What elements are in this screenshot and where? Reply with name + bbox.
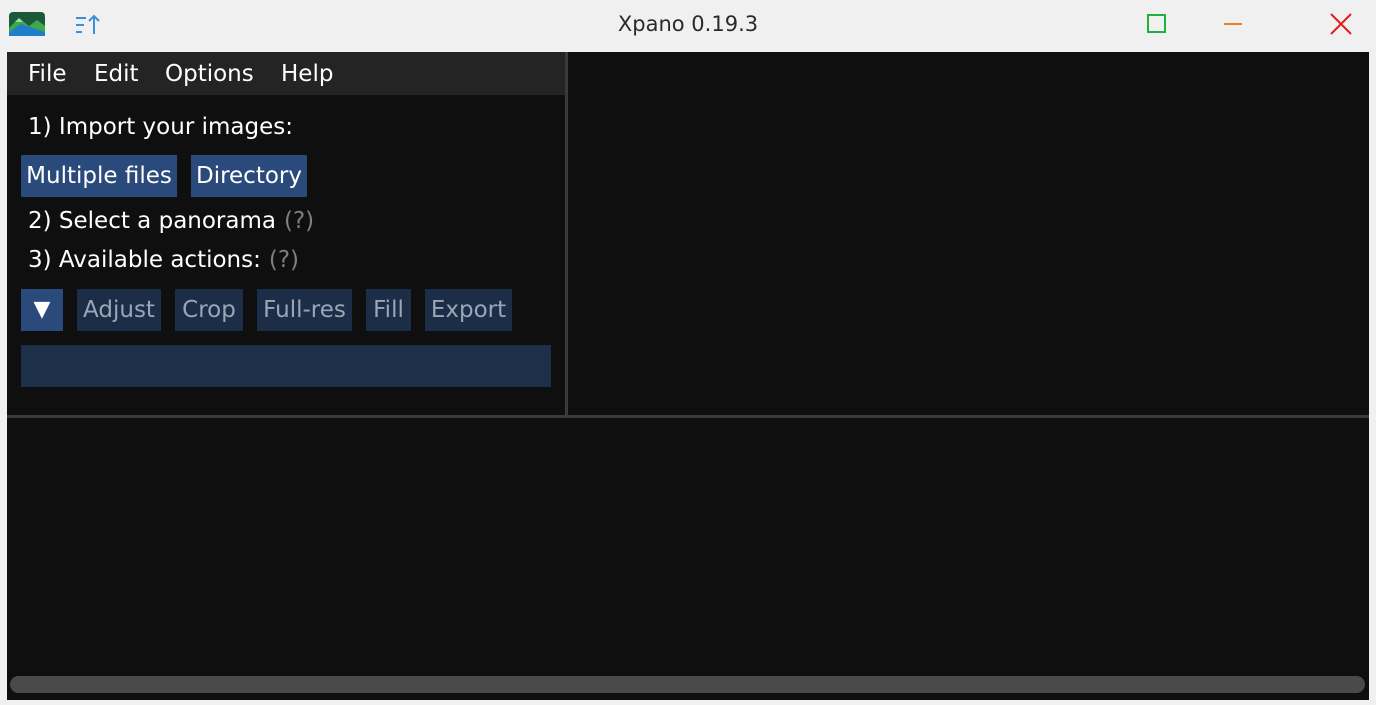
thumbnail-panel xyxy=(7,418,1369,700)
adjust-button[interactable]: Adjust xyxy=(77,289,161,331)
menu-file[interactable]: File xyxy=(28,61,67,87)
select-panorama-label: 2) Select a panorama xyxy=(28,208,276,234)
menu-bar: File Edit Options Help xyxy=(7,52,565,95)
progress-bar xyxy=(21,345,551,387)
maximize-icon[interactable] xyxy=(1143,10,1171,38)
vertical-splitter[interactable] xyxy=(565,52,568,415)
app-window: Xpano 0.19.3 File Edit Options Help 1) I… xyxy=(0,0,1376,705)
horizontal-scrollbar[interactable] xyxy=(10,676,1365,693)
crop-button[interactable]: Crop xyxy=(175,289,243,331)
available-actions-label: 3) Available actions: xyxy=(28,247,261,273)
menu-edit[interactable]: Edit xyxy=(94,61,139,87)
directory-button[interactable]: Directory xyxy=(191,155,307,197)
minimize-icon[interactable] xyxy=(1220,10,1248,38)
available-actions-help[interactable]: (?) xyxy=(269,247,299,273)
close-icon[interactable] xyxy=(1327,10,1355,38)
select-panorama-help[interactable]: (?) xyxy=(284,208,314,234)
import-label: 1) Import your images: xyxy=(28,114,293,140)
actions-dropdown-button[interactable]: ▼ xyxy=(21,289,63,331)
menu-options[interactable]: Options xyxy=(165,61,254,87)
available-actions-row: 3) Available actions: (?) xyxy=(28,247,299,273)
select-panorama-row: 2) Select a panorama (?) xyxy=(28,208,314,234)
export-button[interactable]: Export xyxy=(425,289,512,331)
content-area: File Edit Options Help 1) Import your im… xyxy=(7,52,1369,700)
control-panel: File Edit Options Help 1) Import your im… xyxy=(7,52,565,415)
triangle-down-icon: ▼ xyxy=(33,297,51,322)
multiple-files-button[interactable]: Multiple files xyxy=(21,155,177,197)
full-res-button[interactable]: Full-res xyxy=(257,289,352,331)
title-bar[interactable]: Xpano 0.19.3 xyxy=(0,0,1376,52)
fill-button[interactable]: Fill xyxy=(366,289,411,331)
menu-help[interactable]: Help xyxy=(281,61,333,87)
